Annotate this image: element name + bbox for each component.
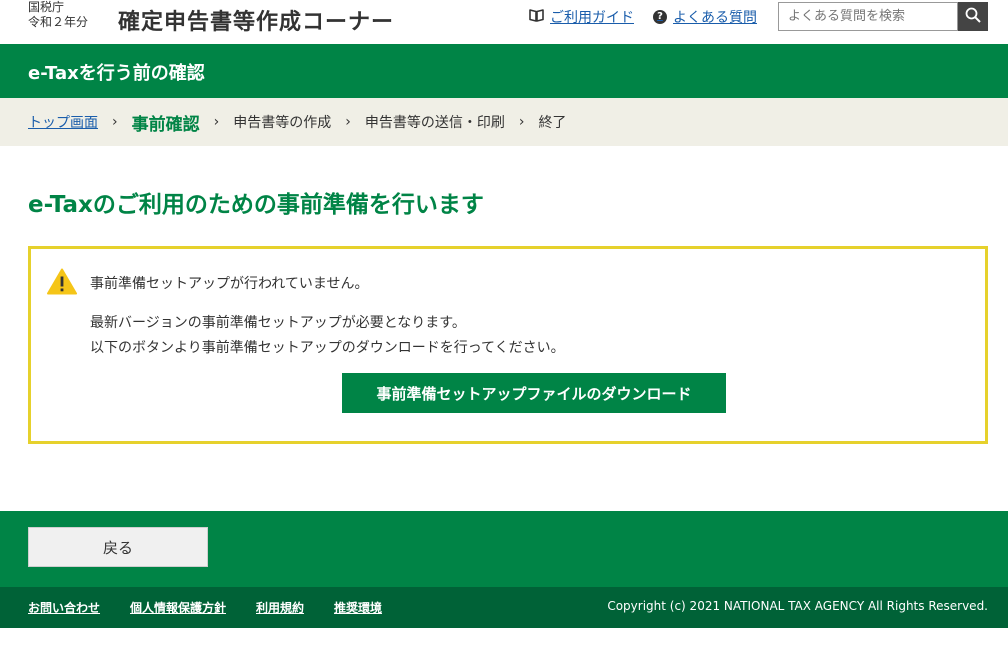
breadcrumb-top[interactable]: トップ画面 [28,112,98,132]
faq-link-label: よくある質問 [673,10,757,26]
footer-actions: 戻る [0,511,1008,587]
chevron-right-icon: › [112,114,118,130]
search-button[interactable] [958,2,988,31]
alert-message: 事前準備セットアップが行われていません。 [90,276,369,292]
site-footer: お問い合わせ 個人情報保護方針 利用規約 推奨環境 Copyright (c) … [0,587,1008,628]
breadcrumb-step-create: 申告書等の作成 [233,115,332,131]
faq-search-input[interactable] [778,2,958,31]
faq-link[interactable]: ? よくある質問 [653,7,757,27]
breadcrumb-current: 事前確認 [131,114,200,135]
footer-link-contact[interactable]: お問い合わせ [28,599,100,616]
magnifier-icon [965,7,981,26]
banner-title: e-Taxを行う前の確認 [28,63,205,84]
footer-link-environment[interactable]: 推奨環境 [334,599,382,616]
chevron-right-icon: › [345,114,351,130]
footer-link-terms[interactable]: 利用規約 [256,599,304,616]
site-header: 国税庁 令和２年分 確定申告書等作成コーナー ご利用ガイド ? よくある質問 [0,0,1008,44]
copyright-text: Copyright (c) 2021 NATIONAL TAX AGENCY A… [607,599,988,613]
back-button[interactable]: 戻る [28,527,208,567]
guide-link[interactable]: ご利用ガイド [529,7,634,27]
setup-alert: 事前準備セットアップが行われていません。 最新バージョンの事前準備セットアップが… [28,246,988,444]
guide-link-label: ご利用ガイド [550,10,634,26]
agency-name: 国税庁 [28,0,65,14]
tax-year: 令和２年分 [28,15,89,29]
book-icon [529,8,544,26]
download-setup-button[interactable]: 事前準備セットアップファイルのダウンロード [342,373,726,413]
alert-detail-2: 以下のボタンより事前準備セットアップのダウンロードを行ってください。 [90,340,565,356]
agency-label: 国税庁 令和２年分 [28,0,88,30]
breadcrumb-step-send: 申告書等の送信・印刷 [364,115,505,131]
question-circle-icon: ? [653,10,667,24]
footer-link-privacy[interactable]: 個人情報保護方針 [130,599,226,616]
site-title: 確定申告書等作成コーナー [118,10,395,35]
alert-detail-1: 最新バージョンの事前準備セットアップが必要となります。 [90,315,466,331]
warning-triangle-icon [47,268,77,299]
breadcrumb: トップ画面 › 事前確認 › 申告書等の作成 › 申告書等の送信・印刷 › 終了 [0,98,1008,146]
page-banner: e-Taxを行う前の確認 [0,44,1008,98]
chevron-right-icon: › [518,114,525,130]
page-title: e-Taxのご利用のための事前準備を行います [28,192,484,218]
chevron-right-icon: › [213,114,220,130]
breadcrumb-step-end: 終了 [538,115,567,131]
